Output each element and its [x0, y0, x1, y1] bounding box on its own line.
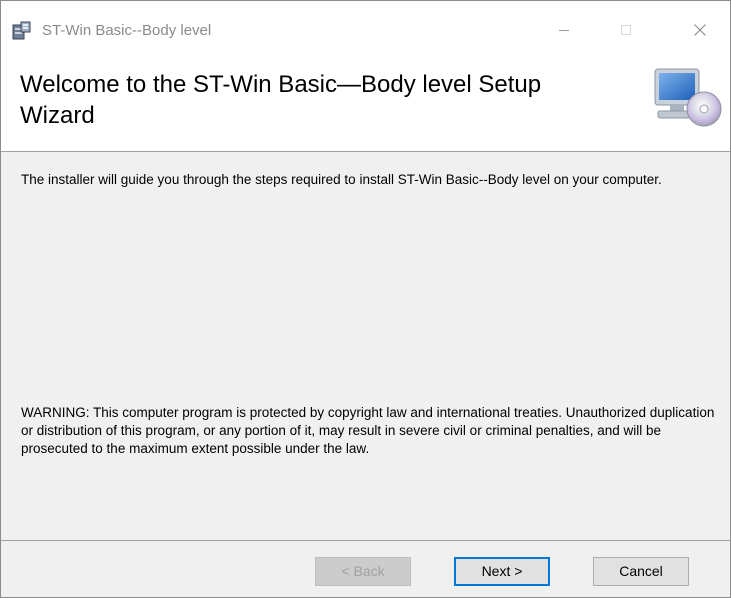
back-button[interactable]: < Back — [315, 557, 411, 586]
intro-text: The installer will guide you through the… — [21, 172, 662, 187]
wizard-header: Welcome to the ST-Win Basic—Body level S… — [1, 59, 730, 151]
title-bar[interactable]: ST-Win Basic--Body level — [1, 1, 730, 59]
page-title: Welcome to the ST-Win Basic—Body level S… — [20, 71, 542, 129]
copyright-warning-text: WARNING: This computer program is protec… — [21, 405, 715, 456]
maximize-icon — [621, 25, 631, 35]
minimize-button[interactable] — [541, 15, 587, 45]
close-icon — [694, 24, 706, 36]
window-title: ST-Win Basic--Body level — [42, 22, 212, 39]
setup-wizard-window: ST-Win Basic--Body level Welcome to the … — [0, 0, 731, 598]
installer-app-icon — [12, 21, 32, 41]
computer-cd-icon — [652, 67, 726, 129]
cancel-button[interactable]: Cancel — [593, 557, 689, 586]
wizard-footer: < Back Next > Cancel — [1, 541, 730, 597]
minimize-icon — [559, 30, 569, 31]
close-button[interactable] — [677, 15, 723, 45]
wizard-body: The installer will guide you through the… — [1, 152, 730, 540]
maximize-button[interactable] — [603, 15, 649, 45]
next-button[interactable]: Next > — [454, 557, 550, 586]
